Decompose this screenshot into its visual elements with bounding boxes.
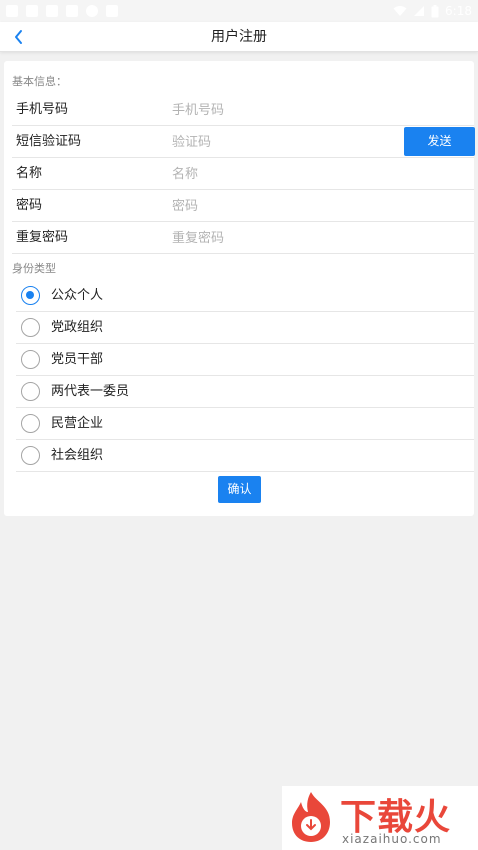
repeat-password-input[interactable] [172,226,392,250]
radio-label: 社会组织 [51,448,104,463]
send-code-button[interactable]: 发送 [404,127,475,156]
radio-unchecked-icon[interactable] [21,318,40,337]
radio-option-private-enterprise[interactable]: 民营企业 [16,408,474,440]
registration-card: 基本信息： 手机号码 短信验证码 名称 密码 重复密码 发送 身份类型 公众个人… [4,61,475,516]
download-icon [66,5,78,17]
radio-unchecked-icon[interactable] [21,350,40,369]
notification-icons [6,5,118,17]
radio-unchecked-icon[interactable] [21,382,40,401]
radio-option-party-government-org[interactable]: 党政组织 [16,312,474,344]
name-label: 名称 [16,166,43,181]
section-label-basic-info: 基本信息： [12,75,67,88]
app-icon [106,5,118,17]
status-bar: 6:18 [0,0,478,22]
battery-icon [431,4,439,17]
watermark-subtitle: xiazaihuo.com [342,832,442,846]
radio-option-representative[interactable]: 两代表一委员 [16,376,474,408]
confirm-button[interactable]: 确认 [218,476,261,503]
radio-option-social-org[interactable]: 社会组织 [16,440,474,472]
field-row-repeat-password: 重复密码 [12,222,474,254]
field-row-name: 名称 [12,158,474,190]
password-label: 密码 [16,198,43,213]
signal-icon [414,6,425,16]
nav-bar: 用户注册 [0,22,478,52]
password-input[interactable] [172,194,392,218]
radio-label: 民营企业 [51,416,104,431]
radio-unchecked-icon[interactable] [21,414,40,433]
download-icon [46,5,58,17]
phone-input[interactable] [172,98,392,122]
status-time: 6:18 [445,4,472,18]
sms-code-label: 短信验证码 [16,134,82,149]
sms-code-input[interactable] [172,130,392,154]
radio-checked-icon[interactable] [21,286,40,305]
gallery-icon [6,5,18,17]
phone-label: 手机号码 [16,102,69,117]
download-icon [26,5,38,17]
page-title: 用户注册 [211,29,267,45]
radio-option-public-individual[interactable]: 公众个人 [16,280,474,312]
radio-option-party-cadre[interactable]: 党员干部 [16,344,474,376]
radio-label: 公众个人 [51,288,104,303]
system-icons: 6:18 [393,4,472,18]
radio-label: 党政组织 [51,320,104,335]
flame-logo-icon [292,792,330,842]
field-row-phone: 手机号码 [12,94,474,126]
repeat-password-label: 重复密码 [16,230,69,245]
name-input[interactable] [172,162,392,186]
radio-label: 两代表一委员 [51,384,130,399]
wifi-icon [393,6,407,16]
section-label-identity: 身份类型 [12,262,56,275]
radio-label: 党员干部 [51,352,104,367]
field-row-password: 密码 [12,190,474,222]
watermark: 下载火 xiazaihuo.com [282,786,478,850]
radio-unchecked-icon[interactable] [21,446,40,465]
app-icon [86,5,98,17]
